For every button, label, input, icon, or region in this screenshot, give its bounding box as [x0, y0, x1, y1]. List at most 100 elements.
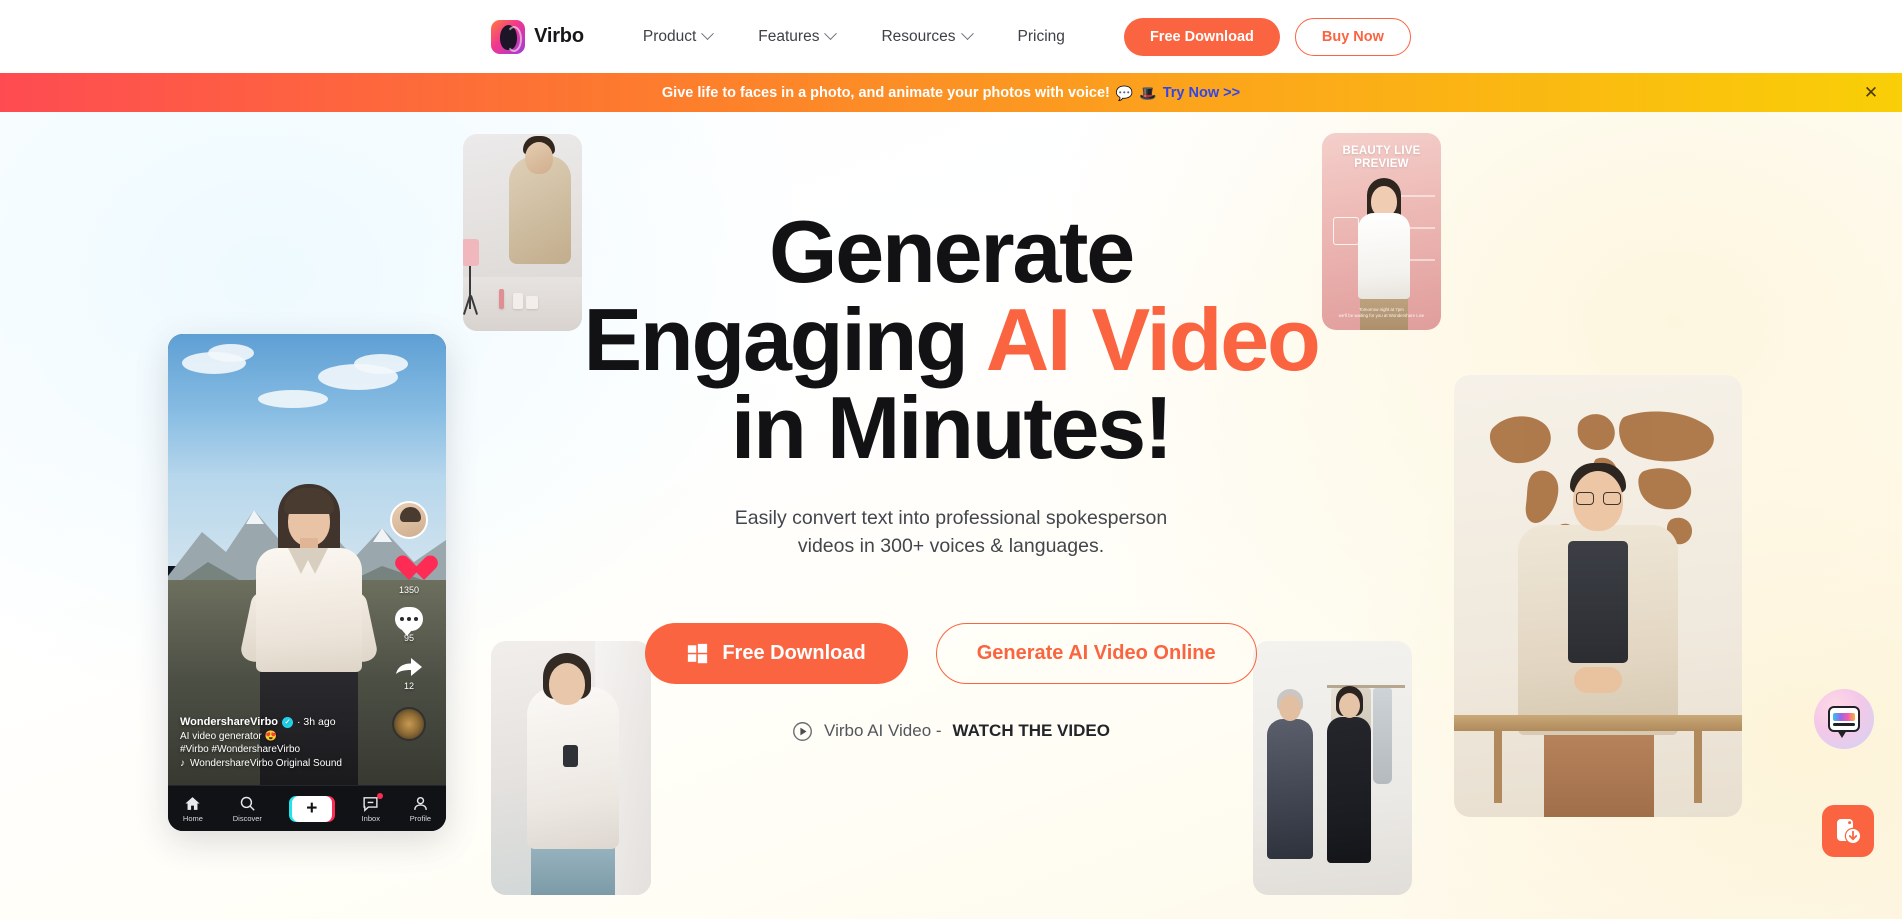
post-description-text: AI video generator	[180, 731, 262, 742]
presenter-inner-shirt	[1568, 541, 1628, 663]
hero-subtitle-line-2: videos in 300+ voices & languages.	[797, 535, 1105, 558]
nav-item-product-label: Product	[642, 27, 697, 45]
nav-item-resources-label: Resources	[881, 27, 956, 45]
like-action[interactable]: 1350	[394, 556, 424, 595]
comment-action[interactable]: 95	[395, 607, 423, 643]
tabbar-item-home[interactable]: Home	[183, 795, 203, 823]
play-circle-icon	[793, 721, 812, 741]
comment-icon	[395, 607, 423, 636]
hero-free-download-button[interactable]: Free Download	[645, 622, 908, 684]
beauty-card-footnote-line-1: Tomorrow night at 7pm	[1359, 306, 1404, 312]
glasses-lens-left	[1576, 492, 1594, 505]
close-icon[interactable]: ✕	[1862, 84, 1880, 102]
plus-icon[interactable]: +	[291, 795, 332, 822]
chevron-down-icon	[960, 27, 974, 41]
nav-links: Product Features Resources Pricing	[620, 27, 1088, 46]
collar-right	[302, 548, 328, 574]
presenter-hands	[1574, 667, 1622, 693]
top-navigation-bar: Virbo Product Features Resources Pricing	[0, 0, 1902, 73]
share-icon	[396, 658, 422, 676]
top-hat-icon: 🎩	[1139, 84, 1157, 101]
tabbar-item-discover-label: Discover	[232, 813, 262, 823]
nav-item-resources[interactable]: Resources	[858, 27, 994, 46]
post-author: WondershareVirbo ✓ · 3h ago	[180, 716, 376, 728]
tiktok-caption: WondershareVirbo ✓ · 3h ago AI video gen…	[180, 716, 376, 769]
photo-card-presenter	[1454, 375, 1742, 817]
like-count: 1350	[398, 585, 420, 595]
tiktok-action-rail: 1350 95 12	[384, 501, 434, 741]
hanging-garment	[1373, 688, 1392, 784]
search-icon	[240, 796, 255, 811]
headline-line-1: Generate	[769, 202, 1135, 301]
nav-cta-group: Free Download Buy Now	[1123, 17, 1411, 56]
post-timestamp: · 3h ago	[297, 716, 336, 728]
chat-bar-dark	[1833, 722, 1855, 726]
host-blouse	[1358, 213, 1410, 299]
inbox-badge	[376, 792, 383, 799]
music-note-icon: ♪	[180, 758, 185, 769]
virbo-logo-icon	[491, 19, 526, 54]
promo-banner-text: Give life to faces in a photo, and anima…	[662, 85, 1240, 101]
nav-item-features[interactable]: Features	[735, 27, 858, 46]
watch-video-strong: WATCH THE VIDEO	[952, 721, 1110, 741]
tabbar-item-inbox-label: Inbox	[361, 813, 380, 823]
table-leg	[1494, 731, 1502, 803]
nav-item-product[interactable]: Product	[620, 27, 735, 46]
windows-icon	[688, 643, 708, 663]
promo-banner-message: Give life to faces in a photo, and anima…	[661, 84, 1110, 101]
nav-buy-now-button[interactable]: Buy Now	[1294, 17, 1411, 56]
glasses-lens-right	[1603, 492, 1621, 505]
sound-disc-icon[interactable]	[392, 707, 426, 741]
chat-bar-colored	[1833, 712, 1855, 721]
chat-bubble-icon	[1828, 706, 1860, 738]
tabbar-item-discover[interactable]: Discover	[233, 795, 262, 823]
headline-accent: AI Video	[985, 290, 1321, 389]
tripod-pole	[463, 239, 479, 309]
virbo-landing-page: Virbo Product Features Resources Pricing	[0, 0, 1902, 919]
verified-badge-icon: ✓	[282, 716, 294, 728]
speech-balloon-icon: 💬	[1115, 84, 1134, 101]
hero-free-download-label: Free Download	[722, 641, 866, 664]
beauty-card-title: BEAUTY LIVE PREVIEW	[1322, 145, 1441, 171]
app-download-button[interactable]	[1822, 805, 1874, 857]
share-count: 12	[403, 681, 414, 691]
nav-item-features-label: Features	[758, 27, 820, 45]
dot	[400, 617, 404, 621]
avatar-icon[interactable]	[390, 501, 428, 539]
chat-widget-button[interactable]	[1814, 689, 1874, 749]
lipstick	[499, 289, 504, 309]
post-hashtags[interactable]: #Virbo #WondershareVirbo	[180, 744, 376, 755]
handheld-phone	[563, 745, 578, 767]
tabbar-item-profile[interactable]: Profile	[410, 795, 431, 823]
tabbar-item-inbox[interactable]: Inbox	[361, 792, 383, 823]
watch-video-link[interactable]: Virbo AI Video - WATCH THE VIDEO	[541, 721, 1361, 742]
tiktok-tabbar: Home Discover + Inbox Profile	[168, 785, 446, 831]
tripod-phone	[463, 239, 479, 266]
creator-head	[525, 142, 553, 174]
tabbar-item-home-label: Home	[182, 813, 203, 823]
cloud	[354, 354, 408, 374]
page-title: Generate Engaging AI Video in Minutes!	[541, 208, 1361, 472]
nav-item-pricing[interactable]: Pricing	[995, 28, 1088, 46]
cosmetic-bottle	[513, 293, 523, 309]
promo-banner-try-now-link[interactable]: Try Now >>	[1163, 85, 1240, 101]
dot	[407, 617, 411, 621]
beauty-card-title-line-1: BEAUTY LIVE	[1342, 145, 1421, 157]
home-icon	[185, 796, 200, 810]
post-sound[interactable]: ♪ WondershareVirbo Original Sound	[180, 758, 376, 769]
cloud	[208, 344, 254, 362]
chevron-down-icon	[824, 27, 838, 41]
share-action[interactable]: 12	[394, 655, 424, 691]
cloud	[258, 390, 328, 408]
post-description: AI video generator 😍	[180, 731, 376, 742]
nav-free-download-button[interactable]: Free Download	[1123, 17, 1280, 56]
tiktok-phone-mockup: 1350 95 12 WondershareVirbo ✓ · 3h ago A…	[168, 334, 446, 831]
glasses-icon	[1576, 492, 1621, 505]
presenter-pants	[1544, 727, 1654, 817]
app-download-icon	[1837, 819, 1862, 845]
hero-generate-online-button[interactable]: Generate AI Video Online	[935, 622, 1257, 684]
watch-video-prefix: Virbo AI Video -	[824, 721, 942, 741]
dot	[414, 617, 418, 621]
brand-logo[interactable]: Virbo	[491, 19, 584, 54]
brand-name: Virbo	[534, 25, 584, 47]
